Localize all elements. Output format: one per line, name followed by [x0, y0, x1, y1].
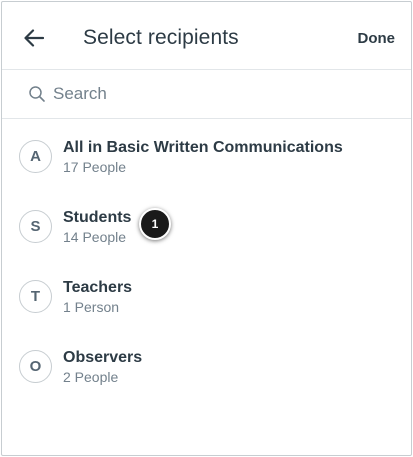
recipient-count: 2 People: [63, 369, 119, 385]
avatar: T: [19, 280, 52, 313]
search-bar: [2, 70, 411, 119]
recipient-name: Students: [63, 209, 132, 226]
arrow-left-icon: [24, 29, 44, 47]
recipient-name: Observers: [63, 349, 143, 366]
done-button[interactable]: Done: [358, 30, 396, 47]
recipient-item-students[interactable]: S Students 14 People: [2, 190, 411, 260]
search-icon: [29, 86, 45, 102]
recipient-count: 1 Person: [63, 299, 120, 315]
back-button[interactable]: [22, 26, 46, 50]
search-input[interactable]: [53, 82, 383, 106]
recipient-list: A All in Basic Written Communications 17…: [2, 120, 411, 400]
recipient-count: 17 People: [63, 159, 127, 175]
avatar: O: [19, 350, 52, 383]
recipient-count: 14 People: [63, 229, 127, 245]
recipient-item-all[interactable]: A All in Basic Written Communications 17…: [2, 120, 411, 190]
recipient-name: All in Basic Written Communications: [63, 139, 343, 156]
step-callout-badge: 1: [139, 208, 171, 240]
avatar: S: [19, 210, 52, 243]
recipient-item-teachers[interactable]: T Teachers 1 Person: [2, 260, 411, 330]
recipient-name: Teachers: [63, 279, 133, 296]
avatar: A: [19, 140, 52, 173]
header: Select recipients Done: [2, 2, 411, 70]
recipient-item-observers[interactable]: O Observers 2 People: [2, 330, 411, 400]
page-title: Select recipients: [83, 26, 239, 49]
recipients-dialog: Select recipients Done A All in Basic Wr…: [1, 1, 412, 456]
